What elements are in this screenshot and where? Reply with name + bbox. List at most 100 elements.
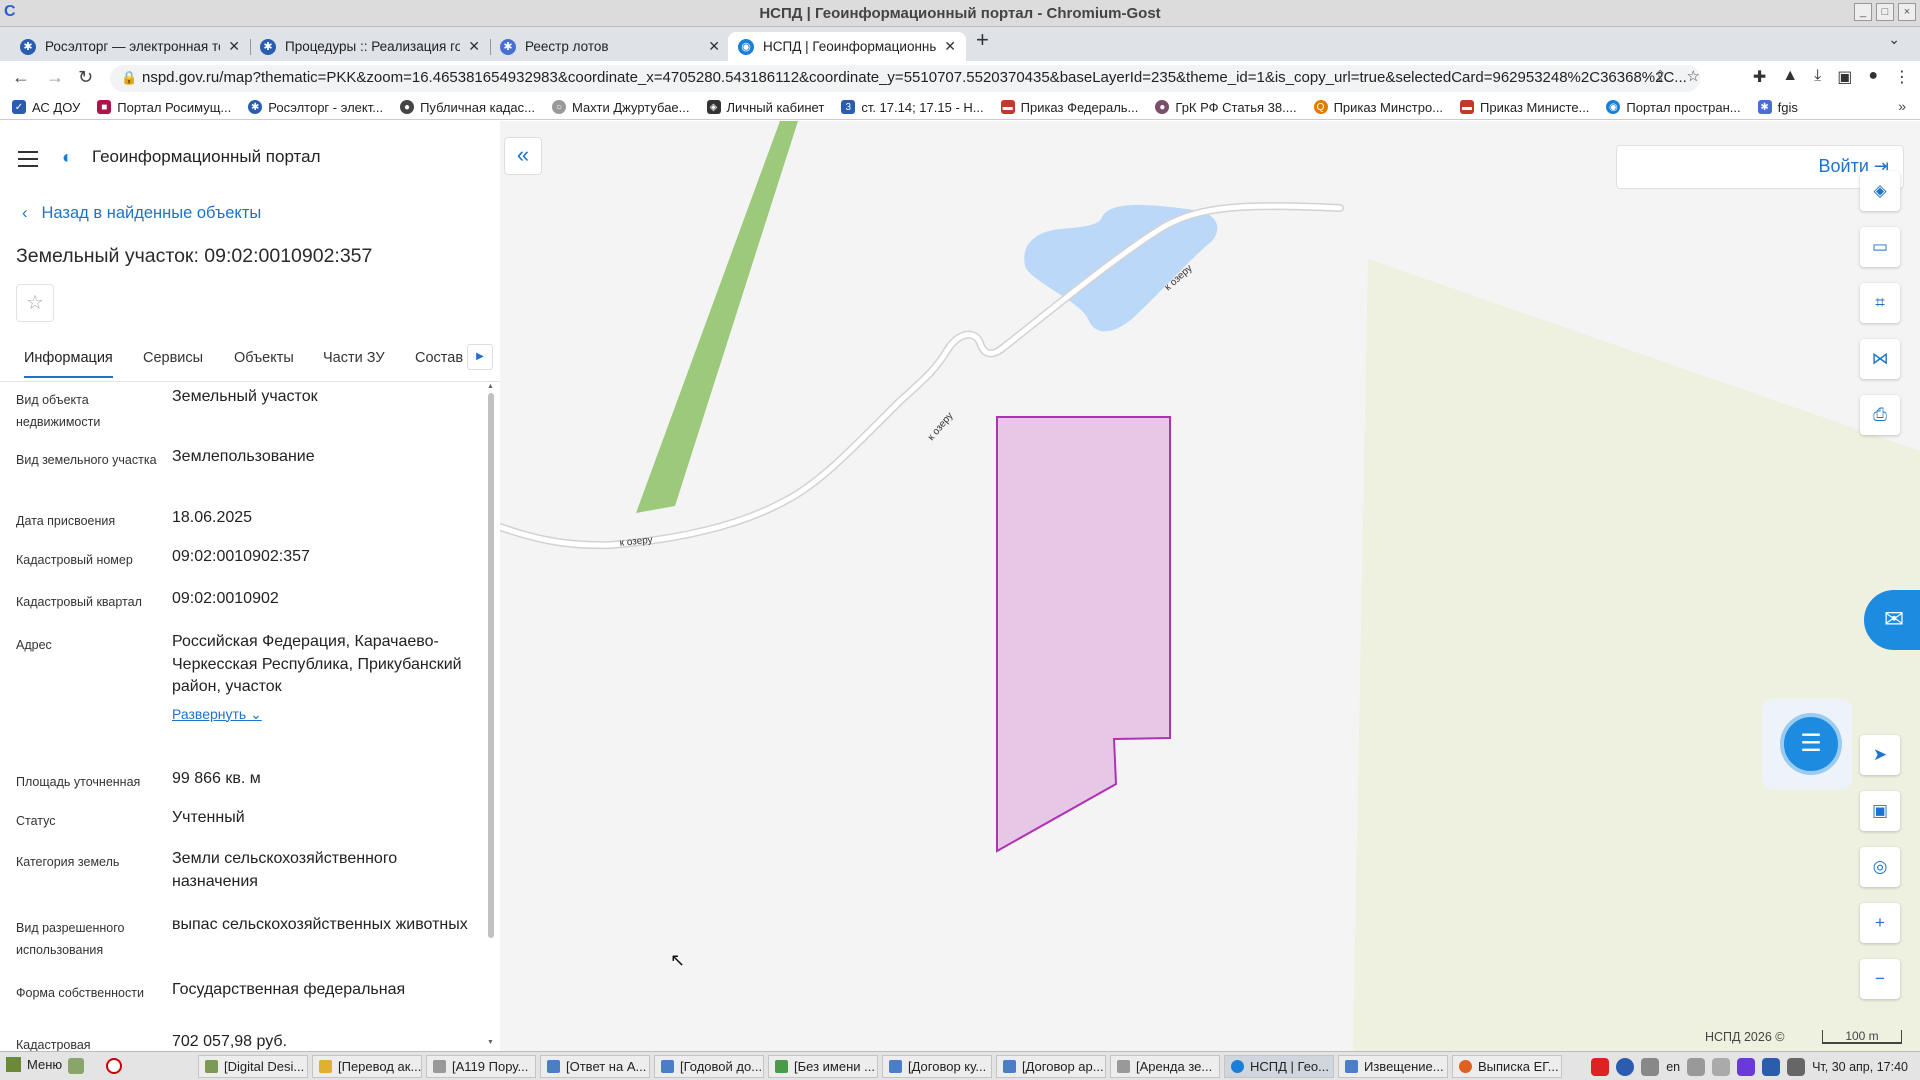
property-value: 702 057,98 руб. (172, 1033, 288, 1050)
tab-objects[interactable]: Объекты (234, 350, 294, 366)
bookmark-item[interactable]: ▬ Приказ Федераль... (1000, 100, 1138, 115)
navigate-arrow-icon[interactable]: ➤ (1860, 735, 1900, 775)
maximize-button[interactable]: □ (1876, 3, 1894, 21)
bookmarks-overflow-icon[interactable]: » (1898, 98, 1906, 114)
assistant-icon[interactable]: ✉ (1864, 590, 1920, 650)
crypto-tool-icon[interactable] (1591, 1057, 1610, 1076)
browser-menu-icon[interactable]: ⋮ (1894, 67, 1910, 87)
bookmark-star-icon[interactable]: ☆ (1687, 67, 1700, 85)
clipboard-icon[interactable] (1712, 1057, 1731, 1076)
display-icon[interactable] (1787, 1057, 1806, 1076)
taskbar-item[interactable]: [Договор ар... (996, 1055, 1106, 1078)
forward-arrow-icon[interactable]: → (46, 67, 64, 88)
keyboard-layout-indicator[interactable]: en (1666, 1060, 1680, 1074)
file-manager-icon[interactable] (68, 1058, 84, 1074)
taskbar-item[interactable]: [Перевод ак... (312, 1055, 422, 1078)
chat-bubble-icon[interactable]: ☰ (1780, 713, 1842, 775)
close-tab-icon[interactable]: ✕ (708, 38, 720, 55)
tab-parts[interactable]: Части ЗУ (323, 350, 385, 366)
zoom-out-icon[interactable]: − (1860, 959, 1900, 999)
scrollbar-thumb[interactable] (488, 393, 494, 938)
expand-address-link[interactable]: Развернуть ⌄ (172, 703, 472, 726)
taskbar-item[interactable]: [Аренда зе... (1110, 1055, 1220, 1078)
network-icon[interactable] (1641, 1057, 1660, 1076)
bookmark-item[interactable]: ✱ Росэлторг - элект... (248, 100, 383, 115)
extensions-puzzle-icon[interactable]: ✚ (1753, 67, 1766, 87)
browser-tab[interactable]: ✱ Реестр лотов ✕ (490, 32, 730, 61)
bookmark-item[interactable]: ▬ Приказ Министе... (1460, 100, 1589, 115)
bookmark-item[interactable]: ◈ Личный кабинет (706, 100, 824, 115)
chromium-gost-launcher-icon[interactable] (106, 1058, 122, 1074)
share-icon[interactable]: ⇪ (1654, 67, 1667, 85)
back-to-results-link[interactable]: ‹ Назад в найденные объекты (22, 204, 261, 223)
taskbar-item[interactable]: [Без имени ... (768, 1055, 878, 1078)
bookmark-item[interactable]: ● ГрК РФ Статья 38.... (1155, 100, 1297, 115)
tab-search-chevron-icon[interactable]: ⌄ (1888, 31, 1900, 48)
browser-tab-active[interactable]: ◉ НСПД | Геоинформационный ✕ (728, 32, 966, 61)
browser-tab[interactable]: ✱ Процедуры :: Реализация гос ✕ (250, 32, 490, 61)
site-info-icon[interactable]: 🔒 (121, 70, 137, 86)
property-value: Учтенный (172, 809, 245, 826)
bookmark-item[interactable]: Q Приказ Минстро... (1313, 100, 1443, 115)
taskbar-item-active[interactable]: НСПД | Гео... (1224, 1055, 1334, 1078)
collapse-panel-icon[interactable]: « (504, 137, 542, 175)
zoom-in-icon[interactable]: + (1860, 903, 1900, 943)
clock[interactable]: Чт, 30 апр, 17:40 (1812, 1060, 1908, 1074)
bookmark-item[interactable]: ○ Махти Джуртубае... (551, 100, 690, 115)
bookmark-item[interactable]: ■ Портал Росимущ... (97, 100, 231, 115)
new-tab-icon[interactable]: + (976, 27, 989, 53)
start-menu-button[interactable]: Меню (6, 1057, 62, 1072)
taskbar-item[interactable]: Выписка ЕГ... (1452, 1055, 1562, 1078)
scroll-up-icon[interactable]: ▲ (487, 383, 494, 390)
lab-flask-icon[interactable]: ▲ (1782, 67, 1798, 87)
yandex-icon[interactable] (1616, 1057, 1635, 1076)
bookmark-item[interactable]: 3 ст. 17.14; 17.15 - Н... (841, 100, 984, 115)
ruler-icon[interactable]: ▭ (1860, 227, 1900, 267)
tab-information[interactable]: Информация (24, 350, 113, 378)
land-parcel[interactable] (996, 416, 1171, 853)
hamburger-menu-icon[interactable] (18, 151, 38, 172)
reload-icon[interactable]: ↻ (78, 67, 93, 88)
panel-scrollbar[interactable]: ▲ ▼ (487, 383, 495, 1047)
tab-composition[interactable]: Состав (415, 350, 463, 366)
close-tab-icon[interactable]: ✕ (944, 38, 956, 55)
minimize-button[interactable]: _ (1854, 3, 1872, 21)
bookmark-item[interactable]: ◉ Портал простран... (1606, 100, 1741, 115)
browser-tab[interactable]: ✱ Росэлторг — электронная тор ✕ (10, 32, 250, 61)
tabs-scroll-right-icon[interactable]: ▶ (467, 344, 493, 370)
bookmark-item[interactable]: ✱ fgis (1757, 100, 1798, 115)
spreadsheet-icon (775, 1060, 788, 1073)
taskbar-item[interactable]: [Договор ку... (882, 1055, 992, 1078)
share-map-icon[interactable]: ⋈ (1860, 339, 1900, 379)
address-bar[interactable]: 🔒 nspd.gov.ru/map?thematic=PKK&zoom=16.4… (110, 65, 1700, 92)
property-value: 09:02:0010902 (172, 590, 279, 607)
taskbar-item[interactable]: [А119 Пору... (426, 1055, 536, 1078)
download-icon[interactable]: ⤓ (1814, 67, 1821, 87)
close-tab-icon[interactable]: ✕ (228, 38, 240, 55)
favorite-star-button[interactable]: ☆ (16, 284, 54, 322)
minimap-icon[interactable]: ▣ (1860, 791, 1900, 831)
close-tab-icon[interactable]: ✕ (468, 38, 480, 55)
side-panel-icon[interactable]: ▣ (1837, 67, 1852, 87)
bluetooth-icon[interactable] (1762, 1057, 1781, 1076)
close-window-button[interactable]: × (1898, 3, 1916, 21)
taskbar-item[interactable]: Извещение... (1338, 1055, 1448, 1078)
map-canvas[interactable]: к озеру к озеру к озеру « Войти ⇥ ◈ ▭ ⌗ … (500, 121, 1920, 1051)
taskbar-item[interactable]: [Годовой до... (654, 1055, 764, 1078)
tab-services[interactable]: Сервисы (143, 350, 203, 366)
scroll-down-icon[interactable]: ▼ (487, 1039, 494, 1046)
layers-icon[interactable]: ◈ (1860, 171, 1900, 211)
bookmark-item[interactable]: ✓ АС ДОУ (12, 100, 80, 115)
back-arrow-icon[interactable]: ← (12, 67, 30, 88)
object-info-panel: ◐ Геоинформационный портал ‹ Назад в найд… (0, 121, 500, 1051)
profile-icon[interactable]: ● (1868, 67, 1878, 87)
property-value: 09:02:0010902:357 (172, 548, 310, 565)
volume-icon[interactable] (1687, 1057, 1706, 1076)
tray-app-icon[interactable] (1737, 1057, 1756, 1076)
print-icon[interactable]: ⎙ (1860, 395, 1900, 435)
taskbar-item[interactable]: [Ответ на А... (540, 1055, 650, 1078)
location-pin-icon[interactable]: ◎ (1860, 847, 1900, 887)
bookmark-item[interactable]: ● Публичная кадас... (400, 100, 535, 115)
taskbar-item[interactable]: [Digital Desi... (198, 1055, 308, 1078)
area-select-icon[interactable]: ⌗ (1860, 283, 1900, 323)
